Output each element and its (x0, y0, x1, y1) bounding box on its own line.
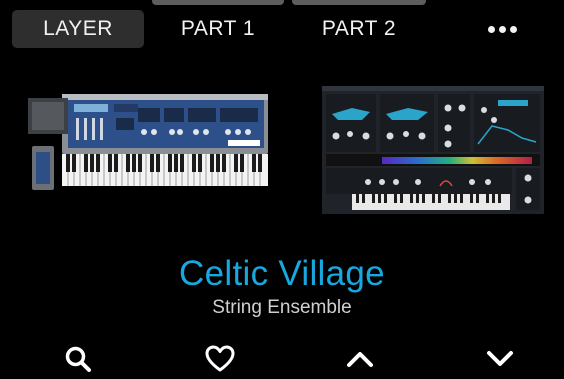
chevron-up-icon[interactable] (340, 342, 380, 376)
tab-indicator-part-1 (152, 0, 284, 5)
tab-part-1[interactable]: PART 1 (152, 10, 284, 48)
synth-software-image (322, 86, 544, 214)
tab-part-2[interactable]: PART 2 (292, 10, 426, 48)
search-icon[interactable] (58, 342, 98, 376)
instrument-card-hardware[interactable] (24, 86, 272, 196)
tab-indicator-part-2 (292, 0, 426, 5)
preset-name: Celtic Village (179, 254, 385, 293)
heart-icon[interactable] (200, 342, 240, 376)
synth-hardware-image (28, 94, 268, 190)
more-horizontal-icon[interactable] (464, 10, 540, 48)
tab-bar: LAYER PART 1 PART 2 (0, 0, 564, 54)
instrument-card-software[interactable] (322, 86, 544, 214)
preset-type: String Ensemble (212, 297, 352, 318)
chevron-down-icon[interactable] (480, 342, 520, 376)
tab-layer[interactable]: LAYER (12, 10, 144, 48)
